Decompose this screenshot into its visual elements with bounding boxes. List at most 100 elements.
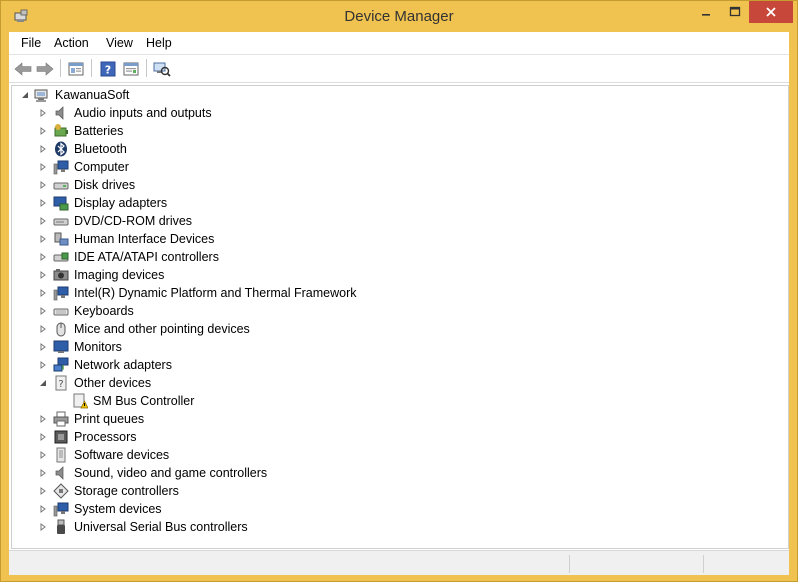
tree-item-software-devices[interactable]: Software devices xyxy=(12,446,772,464)
camera-icon xyxy=(53,269,69,281)
tree-item-usb-controllers[interactable]: Universal Serial Bus controllers xyxy=(12,518,772,536)
title-bar[interactable]: Device Manager xyxy=(1,1,797,32)
window-title: Device Manager xyxy=(344,8,454,25)
tree-item-audio[interactable]: Audio inputs and outputs xyxy=(12,104,772,122)
tree-item-label: IDE ATA/ATAPI controllers xyxy=(74,250,219,264)
software-device-icon xyxy=(56,447,66,463)
minimize-button[interactable] xyxy=(691,1,721,23)
tree-item-display-adapters[interactable]: Display adapters xyxy=(12,194,772,212)
tree-item-imaging[interactable]: Imaging devices xyxy=(12,266,772,284)
tree-item-print-queues[interactable]: Print queues xyxy=(12,410,772,428)
expand-toggle[interactable] xyxy=(38,486,48,496)
close-button[interactable] xyxy=(749,1,793,23)
expand-toggle[interactable] xyxy=(38,216,48,226)
chevron-right-icon xyxy=(40,505,46,513)
battery-icon xyxy=(54,124,68,137)
expand-toggle[interactable] xyxy=(38,234,48,244)
tree-item-bluetooth[interactable]: Bluetooth xyxy=(12,140,772,158)
computer-icon xyxy=(34,89,48,102)
expand-toggle[interactable] xyxy=(38,144,48,154)
help-button[interactable]: ? xyxy=(98,59,118,78)
menu-action[interactable]: Action xyxy=(54,36,89,50)
chevron-right-icon xyxy=(40,145,46,153)
tree-item-dvd-drives[interactable]: DVD/CD-ROM drives xyxy=(12,212,772,230)
update-driver-button[interactable] xyxy=(121,59,141,78)
tree-item-network[interactable]: Network adapters xyxy=(12,356,772,374)
expand-toggle[interactable] xyxy=(38,504,48,514)
scan-hardware-button[interactable] xyxy=(152,59,172,78)
tree-item-sm-bus-controller[interactable]: SM Bus Controller xyxy=(12,392,772,410)
chevron-right-icon xyxy=(40,289,46,297)
tree-item-label: DVD/CD-ROM drives xyxy=(74,214,193,228)
tree-item-sound-video[interactable]: Sound, video and game controllers xyxy=(12,464,772,482)
tree-item-system-devices[interactable]: System devices xyxy=(12,500,772,518)
expand-toggle[interactable] xyxy=(38,270,48,280)
expand-toggle[interactable] xyxy=(38,432,48,442)
expand-toggle[interactable] xyxy=(38,522,48,532)
expand-toggle[interactable] xyxy=(38,468,48,478)
tree-item-hid[interactable]: Human Interface Devices xyxy=(12,230,772,248)
expand-toggle[interactable] xyxy=(38,180,48,190)
tree-item-computer[interactable]: Computer xyxy=(12,158,772,176)
toolbar-separator xyxy=(91,59,92,77)
network-icon xyxy=(53,357,69,372)
expand-toggle[interactable] xyxy=(20,90,30,100)
tree-item-batteries[interactable]: Batteries xyxy=(12,122,772,140)
expand-toggle[interactable] xyxy=(38,108,48,118)
tree-item-label: Mice and other pointing devices xyxy=(74,322,250,336)
tree-item-intel-dptf[interactable]: Intel(R) Dynamic Platform and Thermal Fr… xyxy=(12,284,772,302)
back-button[interactable] xyxy=(13,59,33,78)
close-icon xyxy=(766,7,776,17)
menu-file[interactable]: File xyxy=(21,36,41,50)
toolbar: ? xyxy=(9,55,789,83)
tree-root-label: KawanuaSoft xyxy=(55,88,130,102)
expand-toggle[interactable] xyxy=(38,288,48,298)
maximize-button[interactable] xyxy=(721,1,749,23)
chevron-right-icon xyxy=(40,415,46,423)
expand-toggle[interactable] xyxy=(38,378,48,388)
chevron-right-icon xyxy=(40,469,46,477)
keyboard-icon xyxy=(53,308,69,316)
expand-toggle[interactable] xyxy=(38,414,48,424)
ide-controller-icon xyxy=(53,252,69,262)
expand-toggle[interactable] xyxy=(38,126,48,136)
expand-toggle[interactable] xyxy=(38,324,48,334)
tree-item-mice[interactable]: Mice and other pointing devices xyxy=(12,320,772,338)
tree-item-label: Other devices xyxy=(74,376,152,390)
tree-item-label: System devices xyxy=(74,502,162,516)
tree-item-storage-controllers[interactable]: Storage controllers xyxy=(12,482,772,500)
expand-toggle[interactable] xyxy=(38,306,48,316)
warning-device-icon xyxy=(73,393,88,409)
disk-drive-icon xyxy=(53,182,69,190)
expand-toggle[interactable] xyxy=(38,252,48,262)
usb-icon xyxy=(57,519,65,534)
processor-icon xyxy=(54,430,68,444)
tree-item-label: Keyboards xyxy=(74,304,134,318)
chevron-right-icon xyxy=(40,217,46,225)
forward-button[interactable] xyxy=(35,59,55,78)
chevron-right-icon xyxy=(40,235,46,243)
tree-item-ide[interactable]: IDE ATA/ATAPI controllers xyxy=(12,248,772,266)
menu-bar: File Action View Help xyxy=(9,32,789,55)
tree-item-other-devices[interactable]: ? Other devices xyxy=(12,374,772,392)
speaker-icon xyxy=(55,106,64,120)
printer-icon xyxy=(53,411,69,427)
tree-item-monitors[interactable]: Monitors xyxy=(12,338,772,356)
expand-toggle[interactable] xyxy=(38,342,48,352)
tree-root[interactable]: KawanuaSoft xyxy=(12,86,772,104)
tree-item-disk-drives[interactable]: Disk drives xyxy=(12,176,772,194)
tree-item-label: Software devices xyxy=(74,448,170,462)
show-hide-tree-button[interactable] xyxy=(66,59,86,78)
chevron-right-icon xyxy=(40,109,46,117)
expand-toggle[interactable] xyxy=(38,162,48,172)
tree-item-keyboards[interactable]: Keyboards xyxy=(12,302,772,320)
expand-toggle[interactable] xyxy=(38,450,48,460)
expand-toggle[interactable] xyxy=(38,198,48,208)
menu-help[interactable]: Help xyxy=(146,36,172,50)
tree-item-label: Batteries xyxy=(74,124,124,138)
speaker-icon xyxy=(55,466,64,480)
tree-item-label: Audio inputs and outputs xyxy=(74,106,212,120)
menu-view[interactable]: View xyxy=(106,36,133,50)
tree-item-processors[interactable]: Processors xyxy=(12,428,772,446)
expand-toggle[interactable] xyxy=(38,360,48,370)
